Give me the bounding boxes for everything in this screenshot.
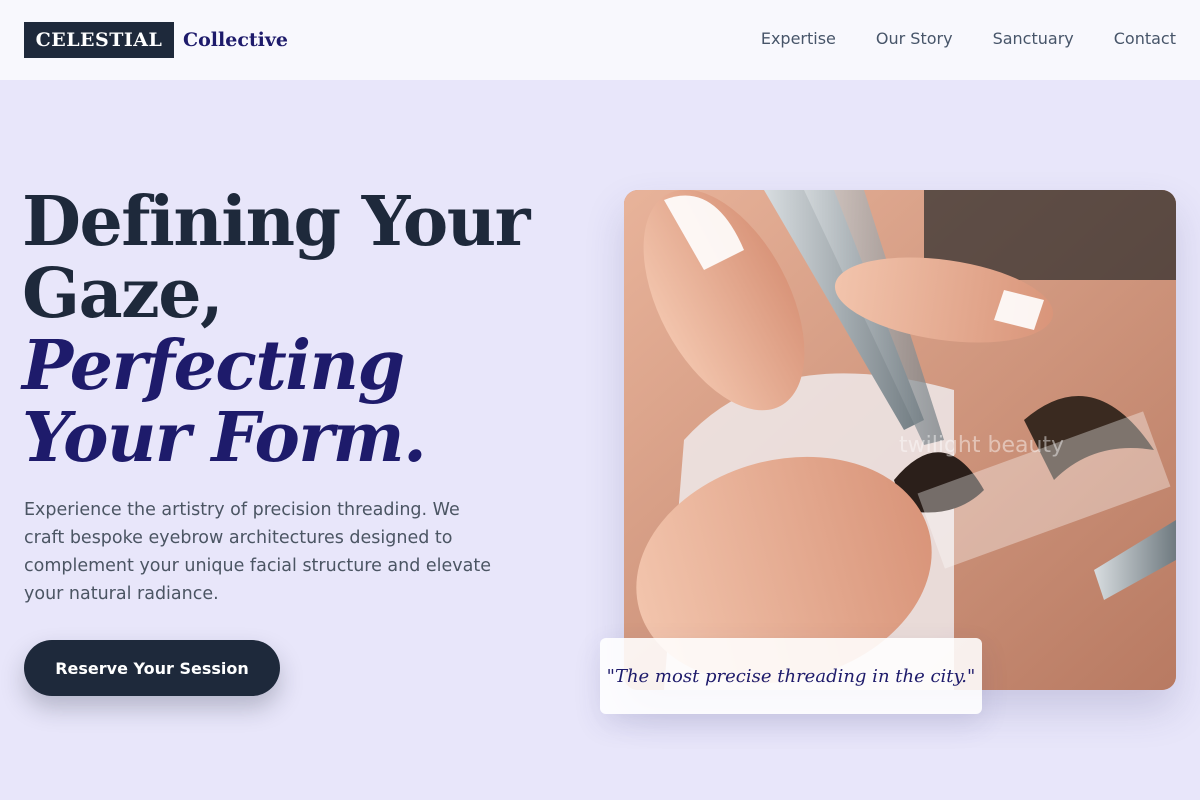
top-navigation-bar: CELESTIAL Collective Expertise Our Story…	[0, 0, 1200, 80]
brand-logo[interactable]: CELESTIAL Collective	[24, 22, 288, 58]
hero-headline-line1: Defining Your Gaze,	[22, 182, 531, 334]
nav-link-sanctuary[interactable]: Sanctuary	[993, 28, 1074, 50]
reserve-session-button[interactable]: Reserve Your Session	[24, 640, 280, 696]
brand-logo-box: CELESTIAL	[24, 22, 174, 58]
hero-description: Experience the artistry of precision thr…	[24, 500, 492, 604]
brand-logo-word: Collective	[183, 29, 289, 51]
testimonial-quote: "The most precise threading in the city.…	[600, 638, 982, 714]
nav-link-our-story[interactable]: Our Story	[876, 28, 953, 50]
nav-link-expertise[interactable]: Expertise	[761, 28, 836, 50]
photo-watermark: twilight beauty	[899, 433, 1064, 458]
main-nav: Expertise Our Story Sanctuary Contact	[761, 28, 1176, 50]
nav-link-contact[interactable]: Contact	[1114, 28, 1176, 50]
hero-headline: Defining Your Gaze, Perfecting Your Form…	[22, 186, 582, 474]
hero-headline-line2: Perfecting Your Form.	[22, 326, 427, 478]
hero-photo: twilight beauty	[624, 190, 1176, 690]
